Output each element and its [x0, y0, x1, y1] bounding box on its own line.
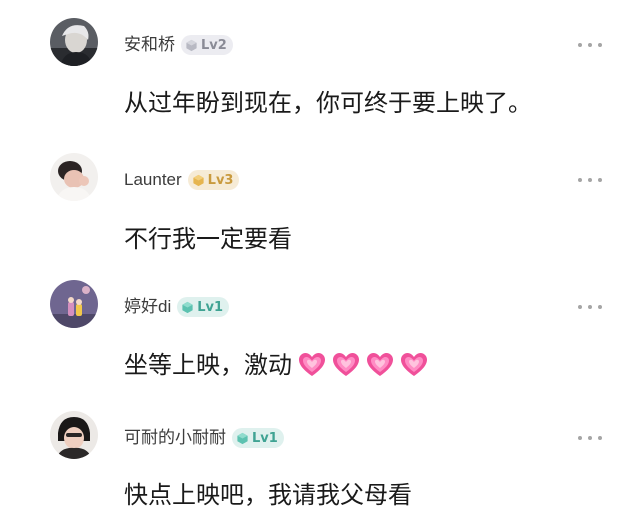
avatar[interactable] [50, 411, 98, 459]
comment-body: 从过年盼到现在，你可终于要上映了。 [124, 89, 532, 117]
hexagon-level-icon [181, 301, 194, 314]
pink-heart-emoji [400, 351, 428, 379]
avatar-image [50, 153, 98, 201]
level-badge: Lv1 [232, 428, 284, 448]
more-dots-icon[interactable] [578, 433, 602, 443]
comment-list: 安和桥 Lv2 从过年盼到现在，你可终于要上映了。 Launter Lv3 不行… [0, 0, 640, 529]
avatar[interactable] [50, 280, 98, 328]
level-label: Lv1 [197, 299, 224, 315]
comment-text: 从过年盼到现在，你可终于要上映了。 [124, 88, 532, 118]
more-dots-icon[interactable] [578, 302, 602, 312]
more-dots-icon[interactable] [578, 175, 602, 185]
username[interactable]: 婷好di [124, 297, 171, 317]
level-label: Lv3 [207, 172, 234, 188]
pink-heart-emoji [298, 351, 326, 379]
username[interactable]: Launter [124, 170, 182, 190]
comment-text: 坐等上映，激动 [124, 350, 428, 380]
level-label: Lv2 [201, 37, 227, 53]
hexagon-level-icon [192, 174, 205, 187]
comment-body: 快点上映吧，我请我父母看 [124, 481, 412, 509]
more-dots-icon[interactable] [578, 40, 602, 50]
comment-text: 快点上映吧，我请我父母看 [124, 480, 412, 510]
comment-item: 婷好di Lv1 坐等上映，激动 [0, 260, 640, 398]
username[interactable]: 安和桥 [124, 35, 175, 55]
level-badge: Lv3 [187, 170, 240, 190]
comment-item: 安和桥 Lv2 从过年盼到现在，你可终于要上映了。 [0, 0, 640, 130]
username[interactable]: 可耐的小耐耐 [124, 428, 226, 448]
hexagon-level-icon [185, 39, 198, 52]
pink-heart-emoji [332, 351, 360, 379]
comment-text: 不行我一定要看 [124, 224, 292, 254]
level-badge: Lv2 [181, 35, 233, 55]
avatar-image [50, 280, 98, 328]
comment-body: 坐等上映，激动 [124, 351, 292, 379]
comment-body: 不行我一定要看 [124, 225, 292, 253]
pink-heart-emoji [366, 351, 394, 379]
comment-item: 可耐的小耐耐 Lv1 快点上映吧，我请我父母看 [0, 398, 640, 529]
level-label: Lv1 [252, 430, 278, 446]
avatar[interactable] [50, 18, 98, 66]
avatar[interactable] [50, 153, 98, 201]
hexagon-level-icon [236, 432, 249, 445]
level-badge: Lv1 [177, 297, 230, 317]
comment-item: Launter Lv3 不行我一定要看 [0, 130, 640, 260]
avatar-image [50, 411, 98, 459]
avatar-image [50, 18, 98, 66]
